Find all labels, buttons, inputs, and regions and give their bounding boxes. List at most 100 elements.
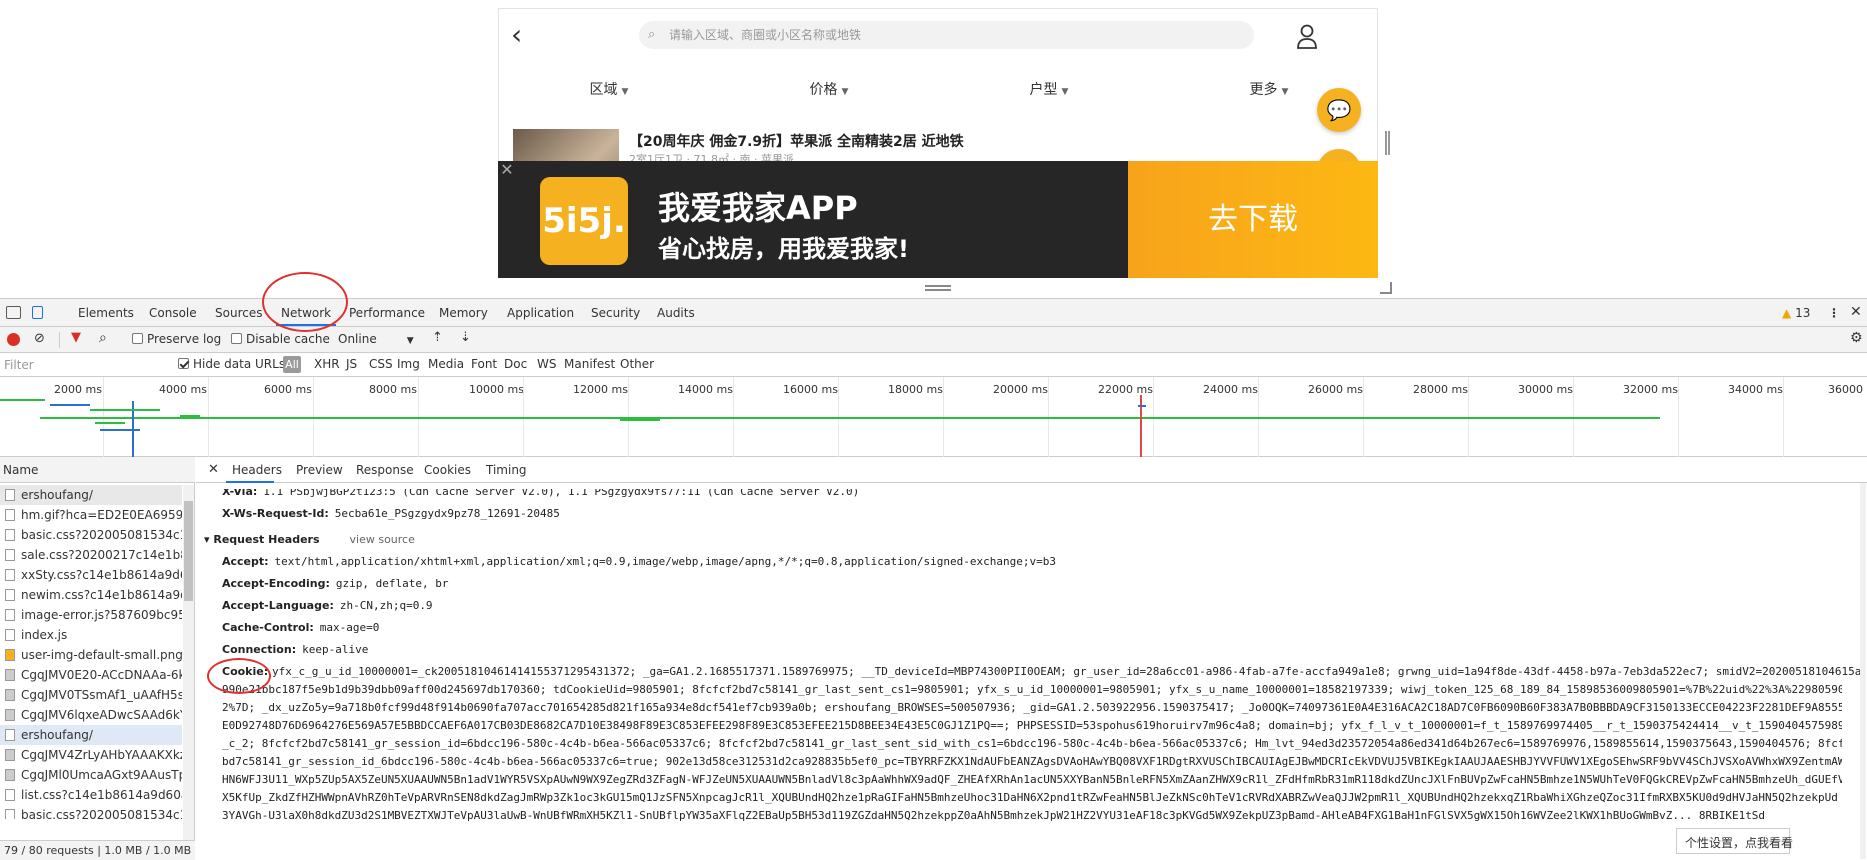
tab-sources[interactable]: Sources	[215, 306, 262, 320]
record-icon[interactable]	[7, 333, 20, 346]
cookie-value-line: _c_2; 8fcfcf2bd7c58141_gr_session_id=6bd…	[222, 737, 1842, 750]
back-arrow-icon[interactable]: ‹	[511, 21, 522, 49]
download-button[interactable]: 去下载	[1128, 161, 1378, 278]
filter-css[interactable]: CSS	[369, 357, 393, 371]
close-devtools-icon[interactable]: ✕	[1850, 304, 1862, 320]
table-row[interactable]: CgqJMl0UmcaAGxt9AAusTp7b	[0, 765, 182, 785]
filter-media[interactable]: Media	[428, 357, 464, 371]
network-overview-timeline[interactable]: 2000 ms 4000 ms 6000 ms 8000 ms 10000 ms…	[0, 377, 1867, 457]
timeline-tick: 10000 ms	[469, 383, 524, 396]
tab-cookies[interactable]: Cookies	[424, 463, 471, 477]
name-column-header[interactable]: Name	[0, 457, 195, 483]
table-row[interactable]: user-img-default-small.png	[0, 645, 182, 665]
import-har-icon[interactable]: ⇡	[432, 330, 443, 345]
settings-tooltip[interactable]: 个性设置，点我看看	[1676, 828, 1793, 854]
tab-timing[interactable]: Timing	[486, 463, 527, 477]
tab-performance[interactable]: Performance	[349, 306, 425, 320]
filter-manifest[interactable]: Manifest	[564, 357, 615, 371]
table-row[interactable]: list.css?c14e1b8614a9d60a661	[0, 785, 182, 805]
table-row[interactable]: CgqJMV0TSsmAf1_uAAfH5sifN	[0, 685, 182, 705]
preserve-log-label: Preserve log	[147, 332, 222, 346]
disable-cache-checkbox[interactable]: Disable cache	[231, 332, 330, 346]
chat-icon[interactable]: 💬	[1317, 88, 1361, 132]
timeline-tick: 26000 ms	[1308, 383, 1363, 396]
table-row[interactable]: basic.css?202005081534c14e1b861	[0, 805, 182, 819]
tab-preview[interactable]: Preview	[296, 463, 343, 477]
filter-js[interactable]: JS	[346, 357, 357, 371]
inspect-element-icon[interactable]	[6, 306, 21, 319]
hide-data-urls-label: Hide data URLs	[193, 357, 286, 371]
close-detail-icon[interactable]: ✕	[208, 462, 219, 477]
filter-img[interactable]: Img	[397, 357, 420, 371]
device-corner-resize-icon[interactable]	[1380, 282, 1392, 294]
device-resize-handle[interactable]	[925, 285, 951, 291]
tab-audits[interactable]: Audits	[657, 306, 695, 320]
tab-elements[interactable]: Elements	[78, 306, 134, 320]
table-row[interactable]: CgqJMV4ZrLyAHbYAAAKXkzk	[0, 745, 182, 765]
device-toolbar-icon[interactable]	[32, 306, 43, 319]
file-icon	[5, 509, 15, 521]
filter-font[interactable]: Font	[471, 357, 497, 371]
tab-memory[interactable]: Memory	[439, 306, 488, 320]
tab-console[interactable]: Console	[149, 306, 197, 320]
page-viewport: ‹ ⌕ 请输入区域、商圈或小区名称或地铁 区域 ▼ 价格 ▼ 户型 ▼ 更多 ▼ 【20…	[0, 0, 1867, 298]
request-name: image-error.js?587609bc95d8.	[21, 608, 182, 622]
tab-response[interactable]: Response	[356, 463, 414, 477]
detail-scrollbar[interactable]	[1860, 483, 1866, 859]
request-name: CgqJMl0UmcaAGxt9AAusTp7b	[21, 768, 182, 782]
caret-down-icon: ▼	[621, 87, 629, 97]
table-row[interactable]: CgqJMV0E20-ACcDNAAa-6kg	[0, 665, 182, 685]
preserve-log-checkbox[interactable]: Preserve log	[132, 332, 221, 346]
file-icon	[5, 609, 15, 621]
warning-counter[interactable]: ▲ 13	[1782, 306, 1810, 320]
settings-gear-icon[interactable]: ⚙	[1850, 330, 1863, 346]
table-row[interactable]: ershoufang/	[0, 725, 182, 745]
warning-icon: ▲	[1782, 306, 1792, 320]
request-headers-section[interactable]: ▾ Request Headers view source	[204, 533, 415, 546]
table-row[interactable]: basic.css?202005081534c14e1	[0, 525, 182, 545]
close-icon[interactable]: ✕	[498, 161, 516, 179]
filter-doc[interactable]: Doc	[504, 357, 527, 371]
filter-more[interactable]: 更多 ▼	[1250, 73, 1289, 109]
file-icon	[5, 789, 15, 801]
clear-icon[interactable]: ⊘	[34, 331, 45, 346]
table-row[interactable]: hm.gif?hca=ED2E0EA695967A	[0, 505, 182, 525]
filter-area[interactable]: 区域 ▼	[590, 73, 629, 109]
table-row[interactable]: sale.css?20200217c14e1b8614	[0, 545, 182, 565]
list-scrollbar-thumb[interactable]	[184, 501, 193, 601]
table-row[interactable]: CgqJMV6lqxeADwcSAAd6kYm	[0, 705, 182, 725]
tab-headers[interactable]: Headers	[232, 463, 282, 477]
more-options-icon[interactable]: ⋮	[1828, 306, 1840, 320]
filter-all-button[interactable]: All	[283, 356, 301, 373]
filter-price[interactable]: 价格 ▼	[810, 73, 849, 109]
user-icon[interactable]	[1295, 23, 1319, 49]
request-name: hm.gif?hca=ED2E0EA695967A	[21, 508, 182, 522]
filter-input[interactable]: Filter	[4, 358, 34, 372]
request-name: list.css?c14e1b8614a9d60a661	[21, 788, 182, 802]
view-source-link[interactable]: view source	[350, 533, 415, 546]
filter-layout[interactable]: 户型 ▼	[1030, 73, 1069, 109]
search-icon[interactable]: ⌕	[99, 330, 107, 346]
table-row[interactable]: newim.css?c14e1b8614a9d60a	[0, 585, 182, 605]
table-row[interactable]: ershoufang/	[0, 485, 182, 505]
tab-application[interactable]: Application	[507, 306, 574, 320]
hide-data-urls-checkbox[interactable]: Hide data URLs	[178, 357, 285, 371]
search-input[interactable]: ⌕ 请输入区域、商圈或小区名称或地铁	[639, 21, 1254, 49]
throttle-select[interactable]: Online ▼	[338, 332, 414, 346]
table-row[interactable]: index.js	[0, 625, 182, 645]
table-row[interactable]: xxSty.css?c14e1b8614a9d60a6	[0, 565, 182, 585]
filter-xhr[interactable]: XHR	[314, 357, 340, 371]
export-har-icon[interactable]: ⇣	[460, 330, 471, 345]
filter-icon[interactable]: ▼	[71, 330, 81, 345]
table-row[interactable]: image-error.js?587609bc95d8.	[0, 605, 182, 625]
timeline-tick: 18000 ms	[888, 383, 943, 396]
header-row: Accept: text/html,application/xhtml+xml,a…	[222, 555, 1056, 568]
viewport-scrollbar[interactable]	[1385, 131, 1390, 155]
timeline-tick: 32000 ms	[1623, 383, 1678, 396]
header-value: 1.1 PSbjwjBGP2t123:5 (Cdn Cache Server V…	[263, 485, 860, 498]
filter-ws[interactable]: WS	[537, 357, 556, 371]
filter-other[interactable]: Other	[620, 357, 654, 371]
filter-bar: 区域 ▼ 价格 ▼ 户型 ▼ 更多 ▼	[499, 73, 1377, 109]
request-name: ershoufang/	[21, 488, 93, 502]
tab-security[interactable]: Security	[591, 306, 640, 320]
